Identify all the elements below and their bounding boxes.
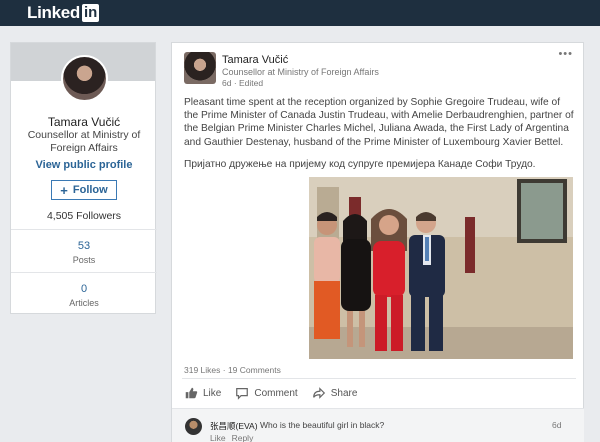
- more-options-icon[interactable]: •••: [558, 48, 573, 60]
- view-public-profile-link[interactable]: View public profile: [11, 159, 157, 171]
- divider: [11, 229, 157, 230]
- posts-count[interactable]: 53: [11, 240, 157, 252]
- divider: [182, 378, 576, 379]
- comment-icon: [236, 388, 249, 400]
- profile-card: Tamara Vučić Counsellor at Ministry of F…: [10, 42, 157, 314]
- comment-time: 6d: [552, 420, 562, 430]
- posts-label[interactable]: Posts: [11, 255, 157, 265]
- like-button[interactable]: Like: [184, 386, 221, 400]
- commenter-avatar[interactable]: [185, 418, 202, 435]
- logo-text: Linked: [27, 3, 80, 22]
- post-text: Pleasant time spent at the reception org…: [184, 97, 574, 148]
- thumbs-up-icon: [185, 387, 198, 399]
- share-button[interactable]: Share: [312, 386, 358, 400]
- share-icon: [312, 387, 325, 399]
- commenter-name[interactable]: 张昌顺(EVA): [210, 420, 258, 432]
- profile-title: Counsellor at Ministry of Foreign Affair…: [27, 129, 141, 154]
- profile-name[interactable]: Tamara Vučić: [11, 115, 157, 129]
- photo-illustration: [309, 177, 573, 359]
- top-navigation-bar: Linked in: [0, 0, 600, 26]
- divider: [11, 272, 157, 273]
- comment-reply-link[interactable]: Reply: [232, 433, 254, 442]
- like-label: Like: [203, 387, 222, 399]
- comment-button[interactable]: Comment: [235, 386, 298, 400]
- post-author-name[interactable]: Tamara Vučić: [222, 54, 288, 66]
- comment-item: 张昌顺(EVA) Who is the beautiful girl in bl…: [172, 408, 584, 442]
- articles-count[interactable]: 0: [11, 283, 157, 295]
- logo-badge: in: [82, 4, 100, 22]
- share-label: Share: [330, 387, 358, 399]
- post-meta: 6d · Edited: [222, 78, 264, 88]
- comment-text: Who is the beautiful girl in black?: [260, 420, 385, 430]
- profile-avatar[interactable]: [61, 55, 108, 102]
- post-card: Tamara Vučić Counsellor at Ministry of F…: [171, 42, 584, 442]
- author-avatar[interactable]: [184, 52, 216, 84]
- followers-count: 4,505 Followers: [46, 210, 122, 222]
- post-author-title: Counsellor at Ministry of Foreign Affair…: [222, 67, 379, 77]
- post-photo[interactable]: [309, 177, 573, 359]
- comment-like-link[interactable]: Like: [210, 433, 226, 442]
- follow-label: Follow: [72, 184, 108, 196]
- plus-icon: +: [60, 182, 68, 198]
- comment-label: Comment: [254, 387, 298, 399]
- follow-button[interactable]: + Follow: [51, 180, 117, 200]
- post-text-serbian: Пријатно дружење на пријему код супруге …: [184, 159, 536, 170]
- articles-label[interactable]: Articles: [11, 298, 157, 308]
- post-actions: Like Comment Share: [184, 386, 357, 400]
- comment-actions: Like Reply: [210, 433, 253, 442]
- linkedin-logo[interactable]: Linked in: [27, 3, 100, 23]
- reactions-count[interactable]: 319 Likes · 19 Comments: [184, 365, 281, 375]
